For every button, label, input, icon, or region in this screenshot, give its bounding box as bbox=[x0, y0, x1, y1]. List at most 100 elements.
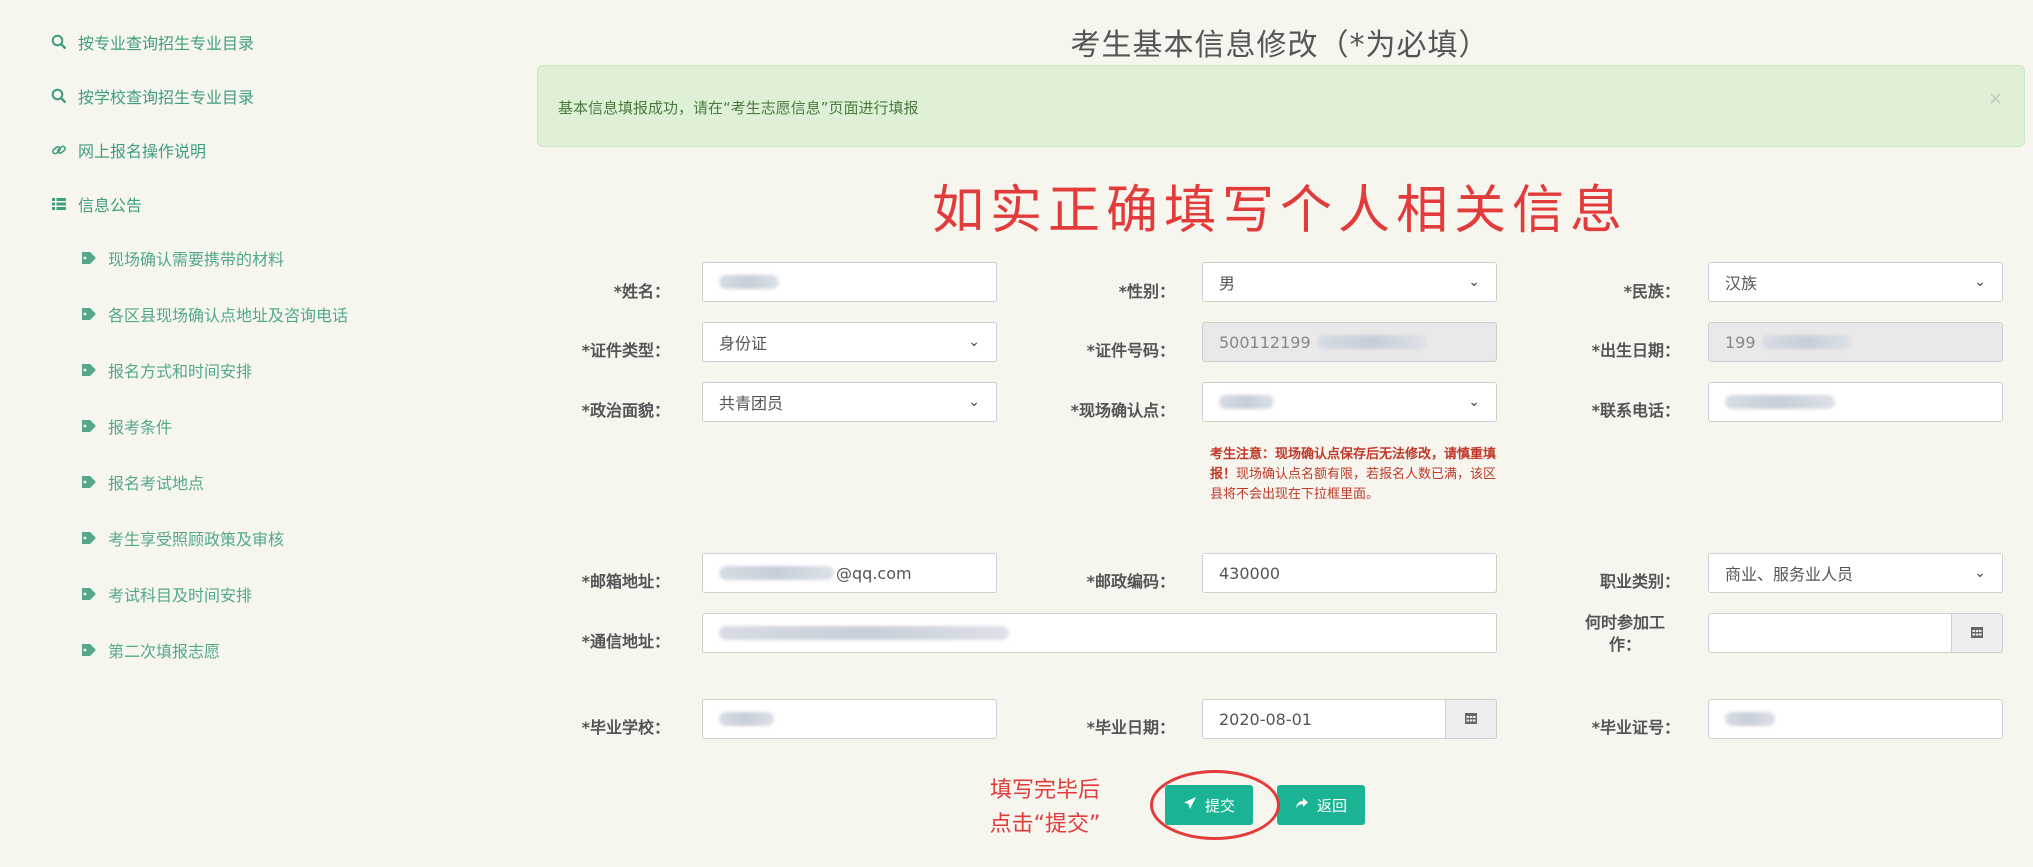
grad-date-value: 2020-08-01 bbox=[1219, 709, 1312, 729]
sidebar-item-label: 报名方式和时间安排 bbox=[108, 362, 253, 381]
chevron-down-icon: ⌄ bbox=[1974, 565, 1986, 581]
sidebar-subitem-addresses[interactable]: 各区县现场确认点地址及咨询电话 bbox=[80, 302, 348, 326]
id-number-value: 500112199 bbox=[1219, 332, 1311, 352]
main-panel: 考生基本信息修改（*为必填） 基本信息填报成功，请在“考生志愿信息”页面进行填报… bbox=[530, 0, 2033, 867]
occupation-label: 职业类别： bbox=[1599, 572, 1680, 591]
tag-icon bbox=[80, 305, 98, 323]
sidebar-subitem-exam-locations[interactable]: 报名考试地点 bbox=[80, 470, 204, 494]
sidebar-item-major-catalog[interactable]: 按专业查询招生专业目录 bbox=[50, 30, 254, 54]
sidebar-item-label: 现场确认需要携带的材料 bbox=[108, 250, 285, 269]
sidebar-item-label: 报考条件 bbox=[108, 418, 173, 437]
birth-label: *出生日期： bbox=[1591, 341, 1680, 360]
submit-button[interactable]: 提交 bbox=[1165, 785, 1254, 825]
phone-label: *联系电话： bbox=[1591, 401, 1680, 420]
cert-number-input[interactable] bbox=[1708, 699, 2003, 739]
gender-select[interactable]: 男 ⌄ bbox=[1202, 262, 1497, 302]
submit-label: 提交 bbox=[1205, 796, 1236, 815]
school-label: *毕业学校： bbox=[581, 718, 670, 737]
political-label: *政治面貌： bbox=[581, 401, 670, 420]
back-button[interactable]: 返回 bbox=[1277, 785, 1366, 825]
sidebar-item-label: 网上报名操作说明 bbox=[78, 142, 207, 161]
work-start-input[interactable] bbox=[1708, 613, 1952, 653]
page-title: 考生基本信息修改（*为必填） bbox=[1070, 28, 1490, 63]
grad-date-calendar-button[interactable] bbox=[1445, 699, 1497, 739]
id-type-label: *证件类型： bbox=[581, 341, 670, 360]
tag-icon bbox=[80, 473, 98, 491]
gender-label: *性别： bbox=[1118, 282, 1175, 301]
id-number-label: *证件号码： bbox=[1086, 341, 1175, 360]
site-select[interactable]: ⌄ bbox=[1202, 382, 1497, 422]
redacted-value bbox=[719, 275, 779, 289]
email-label: *邮箱地址： bbox=[581, 572, 670, 591]
name-input[interactable] bbox=[702, 262, 997, 302]
email-value: @qq.com bbox=[836, 563, 912, 583]
id-number-field: 500112199 bbox=[1202, 322, 1497, 362]
site-warning-note: 考生注意：现场确认点保存后无法修改，请慎重填报！现场确认点名额有限，若报名人数已… bbox=[1210, 445, 1500, 505]
political-value: 共青团员 bbox=[719, 394, 784, 413]
school-input[interactable] bbox=[702, 699, 997, 739]
tag-icon bbox=[80, 529, 98, 547]
sidebar: 按专业查询招生专业目录 按学校查询招生专业目录 网上报名操作说明 信息公告 现场… bbox=[0, 0, 520, 867]
postcode-value: 430000 bbox=[1219, 563, 1281, 583]
share-arrow-icon bbox=[1295, 796, 1309, 814]
sidebar-item-label: 第二次填报志愿 bbox=[108, 642, 221, 661]
submit-hint: 填写完毕后 点击“提交” bbox=[950, 774, 1140, 842]
redacted-value bbox=[1725, 712, 1775, 726]
address-input[interactable] bbox=[702, 613, 1497, 653]
work-start-calendar-button[interactable] bbox=[1951, 613, 2003, 653]
sidebar-subitem-policies[interactable]: 考生享受照顾政策及审核 bbox=[80, 526, 284, 550]
sidebar-item-label: 报名考试地点 bbox=[108, 474, 205, 493]
sidebar-subitem-subjects[interactable]: 考试科目及时间安排 bbox=[80, 582, 252, 606]
sidebar-item-operation-guide[interactable]: 网上报名操作说明 bbox=[50, 138, 206, 162]
grad-date-input[interactable]: 2020-08-01 bbox=[1202, 699, 1446, 739]
hint-line-2: 点击“提交” bbox=[989, 812, 1101, 837]
redacted-value bbox=[1316, 335, 1427, 349]
close-icon[interactable]: × bbox=[1989, 88, 2002, 110]
chevron-down-icon: ⌄ bbox=[968, 334, 980, 350]
send-icon bbox=[1183, 796, 1197, 814]
hint-line-1: 填写完毕后 bbox=[989, 778, 1100, 803]
sidebar-item-label: 按专业查询招生专业目录 bbox=[78, 34, 255, 53]
annotation-heading: 如实正确填写个人相关信息 bbox=[931, 181, 1628, 241]
sidebar-subitem-second-round[interactable]: 第二次填报志愿 bbox=[80, 638, 220, 662]
id-type-select[interactable]: 身份证 ⌄ bbox=[702, 322, 997, 362]
chevron-down-icon: ⌄ bbox=[1974, 274, 1986, 290]
sidebar-subitem-conditions[interactable]: 报考条件 bbox=[80, 414, 172, 438]
work-start-label: 何时参加工作： bbox=[1584, 613, 1665, 654]
redacted-value bbox=[1761, 335, 1852, 349]
redacted-value bbox=[719, 712, 774, 726]
search-icon bbox=[50, 33, 68, 51]
occupation-select[interactable]: 商业、服务业人员 ⌄ bbox=[1708, 553, 2003, 593]
political-select[interactable]: 共青团员 ⌄ bbox=[702, 382, 997, 422]
sidebar-item-label: 考生享受照顾政策及审核 bbox=[108, 530, 285, 549]
sidebar-item-label: 按学校查询招生专业目录 bbox=[78, 88, 255, 107]
sidebar-subitem-materials[interactable]: 现场确认需要携带的材料 bbox=[80, 246, 284, 270]
sidebar-item-announcements[interactable]: 信息公告 bbox=[50, 192, 142, 216]
tag-icon bbox=[80, 249, 98, 267]
back-label: 返回 bbox=[1317, 796, 1348, 815]
sidebar-item-label: 各区县现场确认点地址及咨询电话 bbox=[108, 306, 349, 325]
id-type-value: 身份证 bbox=[719, 334, 768, 353]
sidebar-subitem-schedule[interactable]: 报名方式和时间安排 bbox=[80, 358, 252, 382]
ethnicity-select[interactable]: 汉族 ⌄ bbox=[1708, 262, 2003, 302]
redacted-value bbox=[719, 566, 834, 580]
cert-label: *毕业证号： bbox=[1591, 718, 1680, 737]
sidebar-item-label: 信息公告 bbox=[78, 196, 143, 215]
search-icon bbox=[50, 87, 68, 105]
chevron-down-icon: ⌄ bbox=[1468, 274, 1480, 290]
site-note-rest: 现场确认点名额有限，若报名人数已满，该区县将不会出现在下拉框里面。 bbox=[1210, 467, 1497, 502]
redacted-value bbox=[719, 626, 1009, 640]
postcode-input[interactable]: 430000 bbox=[1202, 553, 1497, 593]
tag-icon bbox=[80, 585, 98, 603]
ethnicity-value: 汉族 bbox=[1725, 274, 1758, 293]
chevron-down-icon: ⌄ bbox=[1468, 394, 1480, 410]
email-input[interactable]: @qq.com bbox=[702, 553, 997, 593]
link-icon bbox=[50, 141, 68, 159]
phone-input[interactable] bbox=[1708, 382, 2003, 422]
grad-date-label: *毕业日期： bbox=[1086, 718, 1175, 737]
postcode-label: *邮政编码： bbox=[1086, 572, 1175, 591]
tag-icon bbox=[80, 361, 98, 379]
site-label: *现场确认点： bbox=[1070, 401, 1175, 420]
sidebar-item-label: 考试科目及时间安排 bbox=[108, 586, 253, 605]
sidebar-item-school-catalog[interactable]: 按学校查询招生专业目录 bbox=[50, 84, 254, 108]
